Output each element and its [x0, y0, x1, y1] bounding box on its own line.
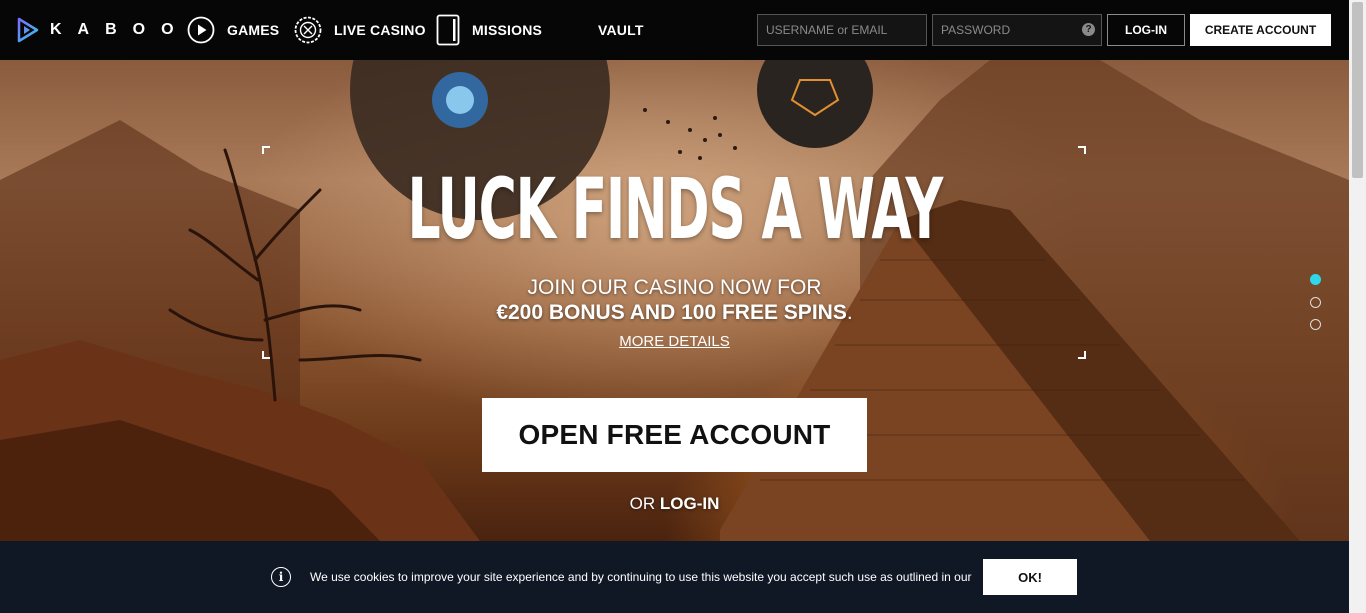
create-account-button[interactable]: CREATE ACCOUNT — [1190, 14, 1331, 46]
hero-subline: JOIN OUR CASINO NOW FOR — [527, 276, 822, 299]
phone-card-icon — [436, 14, 460, 46]
password-input[interactable] — [932, 14, 1102, 46]
nav-games-label: GAMES — [227, 22, 280, 38]
nav-missions[interactable]: MISSIONS — [436, 14, 542, 46]
more-details-link[interactable]: MORE DETAILS — [619, 333, 730, 350]
open-free-account-button[interactable]: OPEN FREE ACCOUNT — [482, 398, 867, 472]
frame-corner — [262, 146, 270, 154]
roulette-wheel-icon — [294, 16, 322, 44]
hero-headline: LUCK FINDS A WAY — [407, 160, 943, 258]
cookie-banner: i We use cookies to improve your site ex… — [0, 541, 1349, 613]
nav-vault[interactable]: VAULT — [598, 14, 644, 46]
or-login-text: OR LOG-IN — [0, 494, 1349, 514]
hero-banner: LUCK FINDS A WAY JOIN OUR CASINO NOW FOR… — [0, 60, 1349, 541]
kaboo-logo-icon — [17, 17, 39, 43]
slide-dot-2[interactable] — [1310, 296, 1321, 308]
scrollbar-thumb[interactable] — [1352, 2, 1363, 178]
or-text: OR — [629, 494, 656, 513]
brand-name: KABOO — [50, 21, 190, 38]
frame-corner — [1078, 351, 1086, 359]
slide-dot-3[interactable] — [1310, 319, 1321, 330]
info-icon: i — [271, 567, 291, 587]
hero-offer-suffix: . — [846, 301, 853, 324]
username-input[interactable] — [757, 14, 927, 46]
nav-missions-label: MISSIONS — [472, 22, 543, 38]
nav-games[interactable]: GAMES — [187, 14, 279, 46]
cookie-message: We use cookies to improve your site expe… — [310, 570, 972, 584]
hero-login-link[interactable]: LOG-IN — [660, 494, 720, 513]
nav-live-casino[interactable]: LIVE CASINO — [294, 14, 426, 46]
slide-dot-1[interactable] — [1310, 274, 1321, 285]
nav-vault-label: VAULT — [598, 22, 644, 38]
top-header: KABOO GAMES LIVE CASINO MISSIONS VAULT ?… — [0, 0, 1349, 60]
hero-offer-text: €200 BONUS AND 100 FREE SPINS — [496, 301, 847, 324]
cookie-ok-button[interactable]: OK! — [983, 559, 1077, 595]
password-help-icon[interactable]: ? — [1082, 23, 1095, 36]
hero-offer: €200 BONUS AND 100 FREE SPINS. — [0, 301, 1349, 325]
play-circle-icon — [187, 16, 215, 44]
slide-dots — [1310, 274, 1321, 342]
kaboo-logo[interactable]: KABOO — [16, 16, 190, 44]
more-details-wrapper: MORE DETAILS — [0, 333, 1349, 350]
nav-live-casino-label: LIVE CASINO — [334, 22, 426, 38]
frame-corner — [262, 351, 270, 359]
frame-corner — [1078, 146, 1086, 154]
page-scrollbar[interactable] — [1349, 0, 1366, 613]
login-button[interactable]: LOG-IN — [1107, 14, 1185, 46]
